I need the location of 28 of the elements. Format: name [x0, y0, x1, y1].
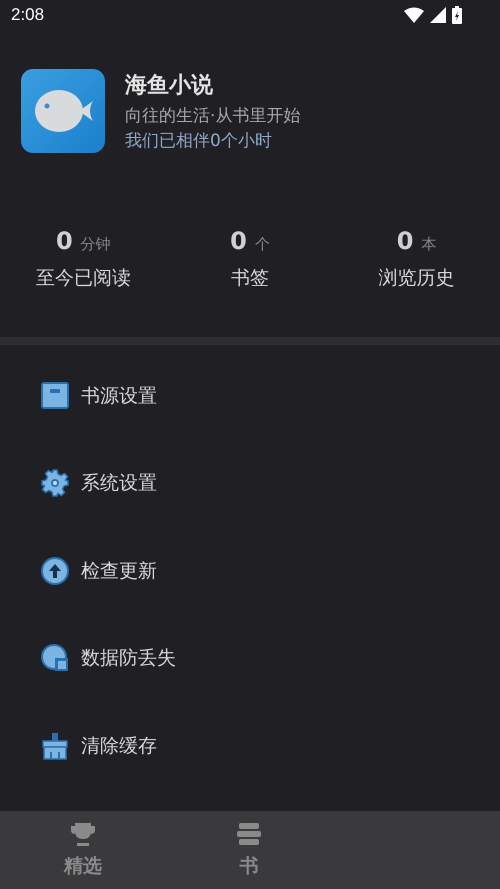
wifi-icon	[404, 6, 424, 23]
stat-label: 浏览历史	[378, 266, 455, 291]
slogan-text: 向往的生活·从书里开始	[125, 104, 300, 127]
gear-icon	[41, 469, 69, 498]
companion-text: 我们已相伴0个小时	[125, 130, 273, 152]
menu-item[interactable]: 检查更新	[0, 548, 500, 636]
stat-unit: 个	[254, 234, 270, 254]
status-time: 2:08	[11, 4, 44, 25]
menu-item[interactable]: 书源设置	[0, 374, 500, 462]
battery-icon	[452, 6, 462, 24]
fish-logo-icon	[21, 68, 105, 153]
stat-unit: 本	[421, 234, 436, 254]
menu-item[interactable]: 系统设置	[0, 461, 500, 549]
stat-value: 0	[396, 226, 414, 255]
trophy-icon	[70, 821, 96, 848]
stat-label: 书签	[230, 266, 269, 291]
box-icon	[41, 382, 69, 410]
up-arrow-circle-icon	[41, 556, 69, 585]
broom-icon	[41, 732, 69, 760]
stat-unit: 分钟	[80, 234, 111, 254]
menu-item[interactable]: 清除缓存	[0, 724, 500, 812]
stat-value: 0	[230, 226, 247, 255]
stat-value: 0	[56, 226, 73, 255]
app-name: 海鱼小说	[125, 72, 214, 100]
menu-item[interactable]: 数据防丢失	[0, 636, 500, 724]
books-icon	[236, 821, 262, 848]
stat-label: 至今已阅读	[36, 266, 131, 291]
signal-icon	[430, 6, 446, 23]
